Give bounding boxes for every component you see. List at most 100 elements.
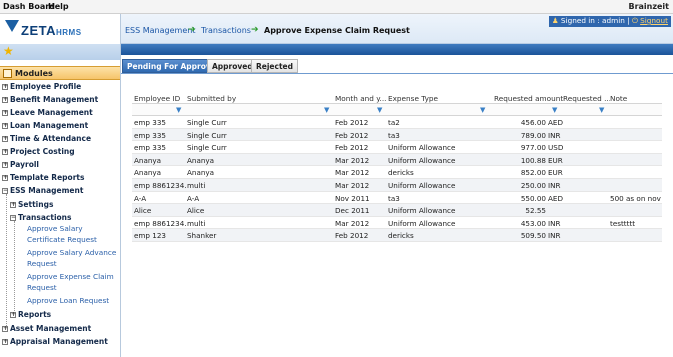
filter-icon[interactable]: ▼ xyxy=(377,106,382,114)
top-menubar: Dash Board Help Brainzeit xyxy=(0,0,673,14)
link-approve-expense-claim[interactable]: Approve Expense Claim Request xyxy=(27,271,119,293)
sidebar-item-ess-settings[interactable]: + Settings xyxy=(10,200,53,209)
sidebar-item-appraisal-management[interactable]: + Appraisal Management xyxy=(2,337,108,346)
breadcrumb-transactions[interactable]: Transactions xyxy=(201,26,251,35)
expand-icon: + xyxy=(2,83,9,90)
cell-requested-currency: AED xyxy=(548,193,563,203)
sidebar-item-ess-reports[interactable]: + Reports xyxy=(10,310,51,319)
column-requested-currency[interactable]: Requested ... xyxy=(563,94,610,103)
filter-icon[interactable]: ▼ xyxy=(176,106,181,114)
filter-icon[interactable]: ▼ xyxy=(324,106,329,114)
cell-employee-id: Alice xyxy=(134,206,152,216)
cell-month-year: Feb 2012 xyxy=(335,118,369,127)
star-icon[interactable]: ★ xyxy=(3,45,14,58)
tab-rejected[interactable]: Rejected xyxy=(251,59,299,73)
cell-submitted-by: Ananya xyxy=(187,168,215,178)
cell-employee-id: A-A xyxy=(134,193,147,203)
sidebar-item-payroll[interactable]: + Payroll xyxy=(2,160,39,169)
cell-requested-currency: EUR xyxy=(548,155,563,165)
column-employee-id[interactable]: Employee ID xyxy=(134,94,184,103)
column-note[interactable]: Note xyxy=(610,94,660,103)
cell-month-year: Mar 2012 xyxy=(335,168,370,178)
cell-requested-amount: 100.88 xyxy=(520,155,546,165)
table-row[interactable]: Ananya Ananya Mar 2012 dericks 852.00 EUR xyxy=(132,166,662,179)
logo: ZETAHRMS xyxy=(0,14,120,44)
cell-submitted-by: Single Curr xyxy=(187,130,227,140)
sidebar-item-leave-management[interactable]: + Leave Management xyxy=(2,108,93,117)
expand-icon: + xyxy=(2,109,9,116)
cell-expense-type: Uniform Allowance xyxy=(388,218,456,228)
column-requested-amount[interactable]: Requested amount xyxy=(494,94,564,103)
sidebar-item-employee-profile[interactable]: + Employee Profile xyxy=(2,82,81,91)
sidebar-item-benefit-management[interactable]: + Benefit Management xyxy=(2,95,98,104)
sidebar-item-loan-management[interactable]: + Loan Management xyxy=(2,121,88,130)
table-row[interactable]: Ananya Ananya Mar 2012 Uniform Allowance 100… xyxy=(132,153,662,167)
filter-icon[interactable]: ▼ xyxy=(599,106,604,114)
header-band xyxy=(121,44,673,55)
link-approve-salary-certificate[interactable]: Approve Salary Certificate Request xyxy=(27,223,119,245)
sidebar-item-project-costing[interactable]: + Project Costing xyxy=(2,147,75,156)
collapse-icon: − xyxy=(2,187,9,194)
cell-month-year: Mar 2012 xyxy=(335,155,370,165)
tab-underline xyxy=(121,73,673,74)
table-row[interactable]: emp 335 Single Curr Feb 2012 ta3 789.00 INR xyxy=(132,128,662,142)
table-row[interactable]: emp 8861234... multi Mar 2012 Uniform Allow… xyxy=(132,217,662,230)
column-expense-type[interactable]: Expense Type xyxy=(388,94,488,103)
modules-icon xyxy=(3,69,12,78)
table-row[interactable]: emp 123 Shanker Feb 2012 dericks 509.50 INR xyxy=(132,229,662,242)
cell-employee-id: emp 335 xyxy=(134,118,166,127)
cell-employee-id: Ananya xyxy=(134,155,162,165)
cell-submitted-by: A-A xyxy=(187,193,200,203)
link-approve-loan[interactable]: Approve Loan Request xyxy=(27,295,119,306)
menu-help[interactable]: Help xyxy=(48,2,69,11)
filter-icon[interactable]: ▼ xyxy=(480,106,485,114)
cell-requested-currency: USD xyxy=(548,143,564,153)
cell-submitted-by: multi xyxy=(187,180,206,190)
expand-icon: + xyxy=(2,135,9,142)
expand-icon: + xyxy=(2,122,9,129)
cell-note: testtttt xyxy=(610,218,636,228)
table-row[interactable]: Alice Alice Dec 2011 Uniform Allowance 52.55 xyxy=(132,204,662,217)
sidebar-item-time-attendance[interactable]: + Time & Attendance xyxy=(2,134,91,143)
column-month-year[interactable]: Month and y... xyxy=(335,94,387,103)
breadcrumb-ess-management[interactable]: ESS Management xyxy=(125,26,195,35)
cell-requested-amount: 453.00 xyxy=(520,218,546,228)
table-row[interactable]: emp 335 Single Curr Feb 2012 ta2 456.00 AED xyxy=(132,116,662,129)
column-submitted-by[interactable]: Submitted by xyxy=(187,94,327,103)
expand-icon: + xyxy=(2,148,9,155)
expand-icon: + xyxy=(2,96,9,103)
cell-submitted-by: Ananya xyxy=(187,155,215,165)
cell-submitted-by: Single Curr xyxy=(187,143,227,153)
logo-mark-icon xyxy=(5,20,19,32)
table-row[interactable]: emp 8861234... multi Mar 2012 Uniform Allow… xyxy=(132,178,662,192)
cell-employee-id: emp 123 xyxy=(134,231,166,241)
cell-expense-type: Uniform Allowance xyxy=(388,180,456,190)
cell-employee-id: emp 335 xyxy=(134,143,166,153)
cell-submitted-by: multi xyxy=(187,218,206,228)
signout-icon: ⏻ xyxy=(632,16,638,25)
table-row[interactable]: A-A A-A Nov 2011 ta3 550.00 AED 500 as on nov … xyxy=(132,192,662,205)
grid-header-row: Employee ID Submitted by Month and y... … xyxy=(132,93,662,104)
user-icon: ♟ xyxy=(552,16,559,25)
cell-submitted-by: Single Curr xyxy=(187,118,227,127)
cell-requested-amount: 456.00 xyxy=(520,118,546,127)
sidebar-item-ess-management[interactable]: − ESS Management xyxy=(2,186,83,195)
signout-link[interactable]: Signout xyxy=(640,16,668,25)
expense-claim-grid: Employee ID Submitted by Month and y... … xyxy=(132,93,662,242)
link-approve-salary-advance[interactable]: Approve Salary Advance Request xyxy=(27,247,119,269)
sidebar-item-template-reports[interactable]: + Template Reports xyxy=(2,173,84,182)
cell-requested-amount: 977.00 xyxy=(520,143,546,153)
cell-employee-id: emp 8861234... xyxy=(134,180,186,190)
expand-icon: + xyxy=(2,174,9,181)
table-row[interactable]: emp 335 Single Curr Feb 2012 Uniform Allowa… xyxy=(132,141,662,154)
collapse-icon: − xyxy=(10,214,17,221)
filter-icon[interactable]: ▼ xyxy=(552,106,557,114)
cell-requested-currency: EUR xyxy=(548,168,563,178)
modules-label: Modules xyxy=(15,69,53,78)
cell-month-year: Mar 2012 xyxy=(335,180,370,190)
arrow-right-icon: ➔ xyxy=(251,25,259,35)
sidebar-item-ess-transactions[interactable]: − Transactions xyxy=(10,213,71,222)
modules-header[interactable]: Modules xyxy=(0,66,120,80)
cell-month-year: Nov 2011 xyxy=(335,193,370,203)
sidebar-item-asset-management[interactable]: + Asset Management xyxy=(2,324,91,333)
